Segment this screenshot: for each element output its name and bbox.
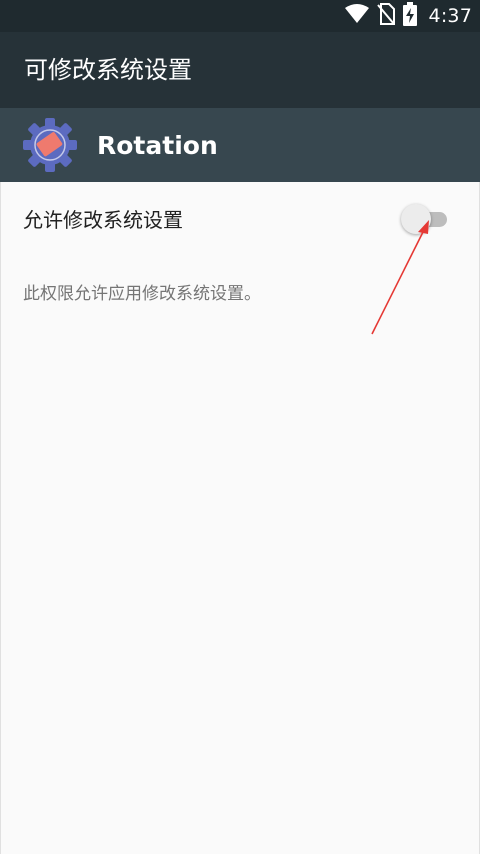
wifi-icon bbox=[344, 4, 369, 28]
rotation-app-icon bbox=[22, 117, 78, 173]
app-header: Rotation bbox=[0, 108, 480, 182]
allow-modify-settings-label: 允许修改系统设置 bbox=[23, 208, 183, 232]
app-bar: 可修改系统设置 bbox=[0, 32, 480, 108]
toggle-thumb bbox=[401, 204, 431, 234]
app-name: Rotation bbox=[97, 130, 218, 160]
permission-description: 此权限允许应用修改系统设置。 bbox=[23, 284, 261, 304]
battery-charging-icon bbox=[402, 2, 417, 30]
allow-modify-settings-toggle[interactable] bbox=[401, 204, 449, 234]
allow-modify-settings-row[interactable]: 允许修改系统设置 bbox=[1, 182, 480, 258]
status-icons: 4:37 bbox=[344, 0, 472, 32]
no-sim-icon bbox=[376, 3, 395, 29]
settings-content: 允许修改系统设置 此权限允许应用修改系统设置。 bbox=[0, 182, 480, 854]
status-bar: 4:37 bbox=[0, 0, 480, 32]
page-title: 可修改系统设置 bbox=[24, 56, 192, 84]
status-time: 4:37 bbox=[428, 5, 472, 27]
